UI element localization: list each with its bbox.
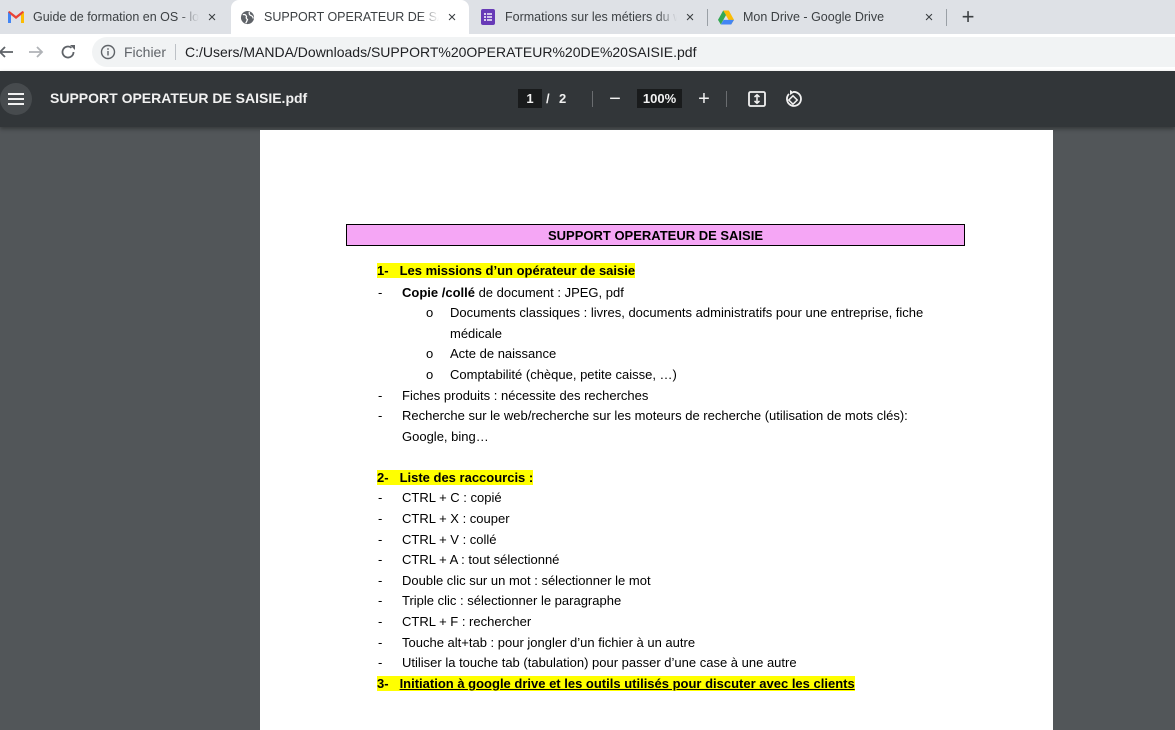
section-title: Initiation à google drive et les outils … bbox=[399, 676, 855, 691]
tab-title: SUPPORT OPERATEUR DE SAISIE bbox=[264, 10, 439, 24]
bullet-dash: - bbox=[378, 573, 383, 588]
document-title: SUPPORT OPERATEUR DE SAISIE.pdf bbox=[50, 90, 308, 106]
list-item: Copie /collé de document : JPEG, pdf bbox=[402, 285, 624, 300]
shortcut-item: Triple clic : sélectionner le paragraphe bbox=[402, 593, 622, 608]
back-icon[interactable] bbox=[0, 42, 16, 62]
tab-title: Guide de formation en OS - lova bbox=[33, 10, 199, 24]
bullet-dash: - bbox=[378, 655, 383, 670]
bullet-circle: o bbox=[426, 367, 434, 382]
shortcut-item: Utiliser la touche tab (tabulation) pour… bbox=[402, 655, 797, 670]
pdf-toolbar: SUPPORT OPERATEUR DE SAISIE.pdf 1 / 2 − … bbox=[0, 71, 1175, 127]
forms-icon bbox=[480, 9, 496, 25]
tab-support-operateur[interactable]: SUPPORT OPERATEUR DE SAISIE × bbox=[231, 0, 469, 34]
close-tab-icon[interactable]: × bbox=[443, 8, 461, 26]
close-tab-icon[interactable]: × bbox=[920, 8, 938, 26]
bullet-dash: - bbox=[378, 593, 383, 608]
info-icon[interactable] bbox=[100, 44, 116, 60]
menu-icon[interactable] bbox=[0, 83, 32, 115]
shortcut-item: Double clic sur un mot : sélectionner le… bbox=[402, 573, 651, 588]
section-number: 3- bbox=[377, 676, 389, 691]
url-text[interactable]: C:/Users/MANDA/Downloads/SUPPORT%20OPERA… bbox=[185, 44, 696, 60]
shortcut-item: CTRL + C : copié bbox=[402, 490, 502, 505]
bullet-dash: - bbox=[378, 614, 383, 629]
list-item: Fiches produits : nécessite des recherch… bbox=[402, 388, 649, 403]
shortcut-item: CTRL + X : couper bbox=[402, 511, 510, 526]
tab-title: Mon Drive - Google Drive bbox=[743, 10, 885, 24]
bullet-circle: o bbox=[426, 305, 434, 320]
bullet-dash: - bbox=[378, 490, 383, 505]
tab-divider bbox=[946, 9, 947, 26]
browser-toolbar: Fichier C:/Users/MANDA/Downloads/SUPPORT… bbox=[0, 34, 1175, 71]
pdf-page: SUPPORT OPERATEUR DE SAISIE 1- Les missio… bbox=[260, 130, 1053, 730]
toolbar-divider bbox=[726, 91, 727, 107]
bullet-circle: o bbox=[426, 346, 434, 361]
sub-item: Acte de naissance bbox=[450, 346, 557, 361]
total-pages: 2 bbox=[559, 91, 567, 106]
close-tab-icon[interactable]: × bbox=[681, 8, 699, 26]
scheme-label: Fichier bbox=[124, 44, 167, 60]
bullet-dash: - bbox=[378, 532, 383, 547]
document-heading: SUPPORT OPERATEUR DE SAISIE bbox=[346, 224, 965, 246]
tab-title: Formations sur les métiers du web bbox=[505, 10, 677, 24]
page-number-input[interactable]: 1 bbox=[518, 89, 542, 108]
forward-icon[interactable] bbox=[26, 42, 46, 62]
sub-item-cont: médicale bbox=[450, 326, 503, 341]
bullet-dash: - bbox=[378, 511, 383, 526]
close-tab-icon[interactable]: × bbox=[203, 8, 221, 26]
page-separator: / bbox=[546, 91, 550, 106]
zoom-in-button[interactable]: + bbox=[693, 88, 715, 110]
zoom-input[interactable]: 100% bbox=[637, 89, 682, 108]
tab-gmail[interactable]: Guide de formation en OS - lova × bbox=[0, 0, 229, 34]
shortcut-item: CTRL + V : collé bbox=[402, 532, 497, 547]
divider bbox=[175, 44, 177, 60]
bullet-dash: - bbox=[378, 285, 383, 300]
section-heading: 3- Initiation à google drive et les outil… bbox=[377, 676, 855, 691]
section-number: 1- bbox=[377, 263, 389, 278]
gmail-icon bbox=[8, 9, 24, 25]
shortcut-item: CTRL + A : tout sélectionné bbox=[402, 552, 560, 567]
address-bar[interactable]: Fichier C:/Users/MANDA/Downloads/SUPPORT… bbox=[92, 37, 1175, 67]
rotate-icon[interactable] bbox=[782, 88, 804, 110]
toolbar-divider bbox=[592, 91, 593, 107]
sub-item: Documents classiques : livres, documents… bbox=[450, 305, 924, 320]
section-heading: 2- Liste des raccourcis : bbox=[377, 470, 534, 485]
shortcut-item: Touche alt+tab : pour jongler d’un fichi… bbox=[402, 635, 696, 650]
bullet-dash: - bbox=[378, 635, 383, 650]
list-item: Recherche sur le web/recherche sur les m… bbox=[402, 408, 908, 423]
reload-icon[interactable] bbox=[58, 42, 78, 62]
document-body: SUPPORT OPERATEUR DE SAISIE 1- Les missio… bbox=[260, 130, 1053, 730]
item-bold: Copie /collé bbox=[402, 285, 475, 300]
tab-google-drive[interactable]: Mon Drive - Google Drive × bbox=[710, 0, 946, 34]
shortcut-item: CTRL + F : rechercher bbox=[402, 614, 532, 629]
tab-formations[interactable]: Formations sur les métiers du web × bbox=[472, 0, 707, 34]
bullet-dash: - bbox=[378, 388, 383, 403]
tab-divider bbox=[707, 9, 708, 26]
section-heading: 1- Les missions d’un opérateur de saisie bbox=[377, 263, 636, 278]
item-text: de document : JPEG, pdf bbox=[474, 285, 624, 300]
list-item-cont: Google, bing… bbox=[402, 429, 489, 444]
sub-item: Comptabilité (chèque, petite caisse, …) bbox=[450, 367, 677, 382]
section-number: 2- bbox=[377, 470, 389, 485]
tab-strip: Guide de formation en OS - lova × SUPPOR… bbox=[0, 0, 1175, 34]
fit-page-icon[interactable] bbox=[746, 88, 768, 110]
new-tab-button[interactable]: + bbox=[957, 6, 979, 28]
zoom-out-button[interactable]: − bbox=[604, 88, 626, 110]
section-title: Liste des raccourcis : bbox=[399, 470, 534, 485]
globe-icon bbox=[239, 9, 255, 25]
bullet-dash: - bbox=[378, 552, 383, 567]
drive-icon bbox=[718, 9, 734, 25]
section-title: Les missions d’un opérateur de saisie bbox=[399, 263, 636, 278]
bullet-dash: - bbox=[378, 408, 383, 423]
